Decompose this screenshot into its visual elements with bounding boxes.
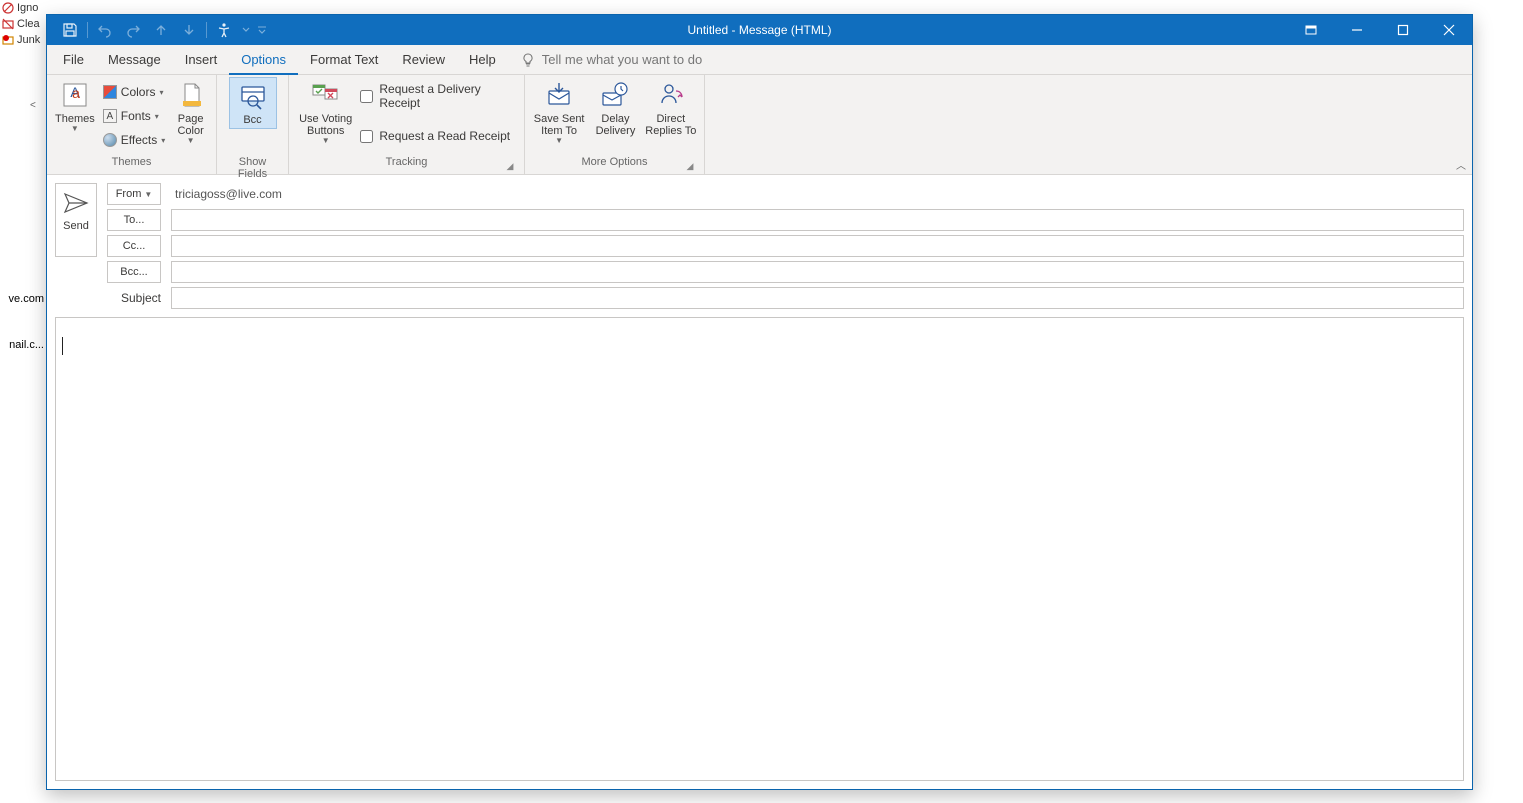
request-read-receipt-checkbox[interactable]: Request a Read Receipt bbox=[360, 121, 518, 151]
text-cursor bbox=[62, 337, 63, 355]
bg-live-account[interactable]: ve.com bbox=[0, 291, 46, 307]
themes-button[interactable]: Aa Themes ▼ bbox=[53, 77, 97, 136]
to-input[interactable] bbox=[171, 209, 1464, 231]
send-button[interactable]: Send bbox=[55, 183, 97, 257]
bcc-field-button[interactable]: Bcc... bbox=[107, 261, 161, 283]
dialog-launcher-icon[interactable]: ◢ bbox=[504, 161, 516, 173]
delay-delivery-icon bbox=[599, 79, 631, 111]
bcc-icon bbox=[237, 80, 269, 112]
group-label-themes: Themes bbox=[53, 156, 210, 174]
bcc-button[interactable]: Bcc bbox=[229, 77, 277, 129]
group-themes: Aa Themes ▼ Colors▾ A Fonts▾ bbox=[47, 75, 217, 174]
tab-file[interactable]: File bbox=[51, 45, 96, 75]
group-show-fields: Bcc Show Fields bbox=[217, 75, 289, 174]
tab-help[interactable]: Help bbox=[457, 45, 508, 75]
ribbon: Aa Themes ▼ Colors▾ A Fonts▾ bbox=[47, 75, 1472, 175]
group-label-tracking: Tracking ◢ bbox=[295, 156, 518, 174]
colors-button[interactable]: Colors▾ bbox=[101, 81, 167, 103]
dropdown-icon: ▼ bbox=[555, 137, 563, 146]
redo-icon[interactable] bbox=[120, 17, 146, 43]
separator bbox=[206, 22, 207, 38]
page-color-button[interactable]: Page Color ▼ bbox=[171, 77, 210, 148]
colors-icon bbox=[103, 85, 117, 99]
tab-message[interactable]: Message bbox=[96, 45, 173, 75]
svg-text:a: a bbox=[72, 85, 80, 101]
tab-options[interactable]: Options bbox=[229, 45, 298, 75]
group-label-more-options: More Options ◢ bbox=[531, 156, 698, 174]
separator bbox=[87, 22, 88, 38]
message-body[interactable] bbox=[55, 317, 1464, 781]
themes-icon: Aa bbox=[59, 79, 91, 111]
subject-input[interactable] bbox=[171, 287, 1464, 309]
bcc-input[interactable] bbox=[171, 261, 1464, 283]
cc-input[interactable] bbox=[171, 235, 1464, 257]
background-nav-pane: < ve.com nail.c... bbox=[0, 100, 46, 353]
close-icon[interactable] bbox=[1426, 15, 1472, 45]
titlebar: Untitled - Message (HTML) bbox=[47, 15, 1472, 45]
ribbon-display-options-icon[interactable] bbox=[1288, 15, 1334, 45]
dialog-launcher-icon[interactable]: ◢ bbox=[684, 161, 696, 173]
ribbon-tabs: File Message Insert Options Format Text … bbox=[47, 45, 1472, 75]
qat-dropdown-icon[interactable] bbox=[239, 17, 253, 43]
bg-junk[interactable]: Junk bbox=[0, 32, 46, 48]
maximize-icon[interactable] bbox=[1380, 15, 1426, 45]
tab-insert[interactable]: Insert bbox=[173, 45, 230, 75]
delivery-receipt-input[interactable] bbox=[360, 90, 373, 103]
save-sent-item-to-button[interactable]: Save Sent Item To ▼ bbox=[531, 77, 587, 148]
fonts-icon: A bbox=[103, 109, 117, 123]
dropdown-icon: ▼ bbox=[187, 137, 195, 146]
group-tracking: Use Voting Buttons ▼ Request a Delivery … bbox=[289, 75, 525, 174]
dropdown-icon: ▼ bbox=[144, 190, 152, 199]
qat-customize-icon[interactable] bbox=[255, 17, 269, 43]
dropdown-icon: ▾ bbox=[161, 136, 165, 145]
from-value: triciagoss@live.com bbox=[171, 187, 282, 201]
dropdown-icon: ▾ bbox=[159, 88, 163, 97]
chevron-left-icon[interactable]: < bbox=[0, 100, 46, 111]
collapse-ribbon-icon[interactable]: ︿ bbox=[1456, 157, 1466, 172]
message-header: Send From▼ triciagoss@live.com To... Cc.… bbox=[47, 175, 1472, 309]
bg-clean[interactable]: Clea bbox=[0, 16, 46, 32]
effects-button[interactable]: Effects▾ bbox=[101, 129, 167, 151]
page-color-icon bbox=[175, 79, 207, 111]
voting-icon bbox=[310, 79, 342, 111]
subject-label: Subject bbox=[107, 291, 161, 305]
window-title: Untitled - Message (HTML) bbox=[687, 23, 831, 37]
tab-review[interactable]: Review bbox=[390, 45, 457, 75]
compose-message-window: Untitled - Message (HTML) File Message I… bbox=[46, 14, 1473, 790]
dropdown-icon: ▾ bbox=[155, 112, 159, 121]
request-delivery-receipt-checkbox[interactable]: Request a Delivery Receipt bbox=[360, 81, 518, 111]
to-button[interactable]: To... bbox=[107, 209, 161, 231]
save-sent-icon bbox=[543, 79, 575, 111]
window-controls bbox=[1288, 15, 1472, 45]
dropdown-icon: ▼ bbox=[71, 125, 79, 134]
from-button[interactable]: From▼ bbox=[107, 183, 161, 205]
minimize-icon[interactable] bbox=[1334, 15, 1380, 45]
previous-item-icon[interactable] bbox=[148, 17, 174, 43]
send-icon bbox=[63, 192, 89, 214]
lightbulb-icon bbox=[520, 52, 536, 68]
use-voting-buttons-button[interactable]: Use Voting Buttons ▼ bbox=[295, 77, 356, 148]
bg-gmail-account[interactable]: nail.c... bbox=[0, 337, 46, 353]
accessibility-icon[interactable] bbox=[211, 17, 237, 43]
save-icon[interactable] bbox=[57, 17, 83, 43]
effects-icon bbox=[103, 133, 117, 147]
group-label-show-fields: Show Fields bbox=[223, 156, 282, 174]
undo-icon[interactable] bbox=[92, 17, 118, 43]
next-item-icon[interactable] bbox=[176, 17, 202, 43]
tell-me-placeholder: Tell me what you want to do bbox=[542, 52, 702, 67]
read-receipt-input[interactable] bbox=[360, 130, 373, 143]
send-label: Send bbox=[63, 220, 89, 232]
cc-button[interactable]: Cc... bbox=[107, 235, 161, 257]
direct-replies-icon bbox=[655, 79, 687, 111]
tab-format-text[interactable]: Format Text bbox=[298, 45, 390, 75]
fonts-button[interactable]: A Fonts▾ bbox=[101, 105, 167, 127]
tell-me-search[interactable]: Tell me what you want to do bbox=[520, 52, 702, 68]
group-more-options: Save Sent Item To ▼ Delay Delivery Direc… bbox=[525, 75, 705, 174]
quick-access-toolbar bbox=[47, 17, 269, 43]
dropdown-icon: ▼ bbox=[322, 137, 330, 146]
direct-replies-to-button[interactable]: Direct Replies To bbox=[644, 77, 698, 139]
delay-delivery-button[interactable]: Delay Delivery bbox=[591, 77, 639, 139]
bg-ignore[interactable]: Igno bbox=[0, 0, 46, 16]
